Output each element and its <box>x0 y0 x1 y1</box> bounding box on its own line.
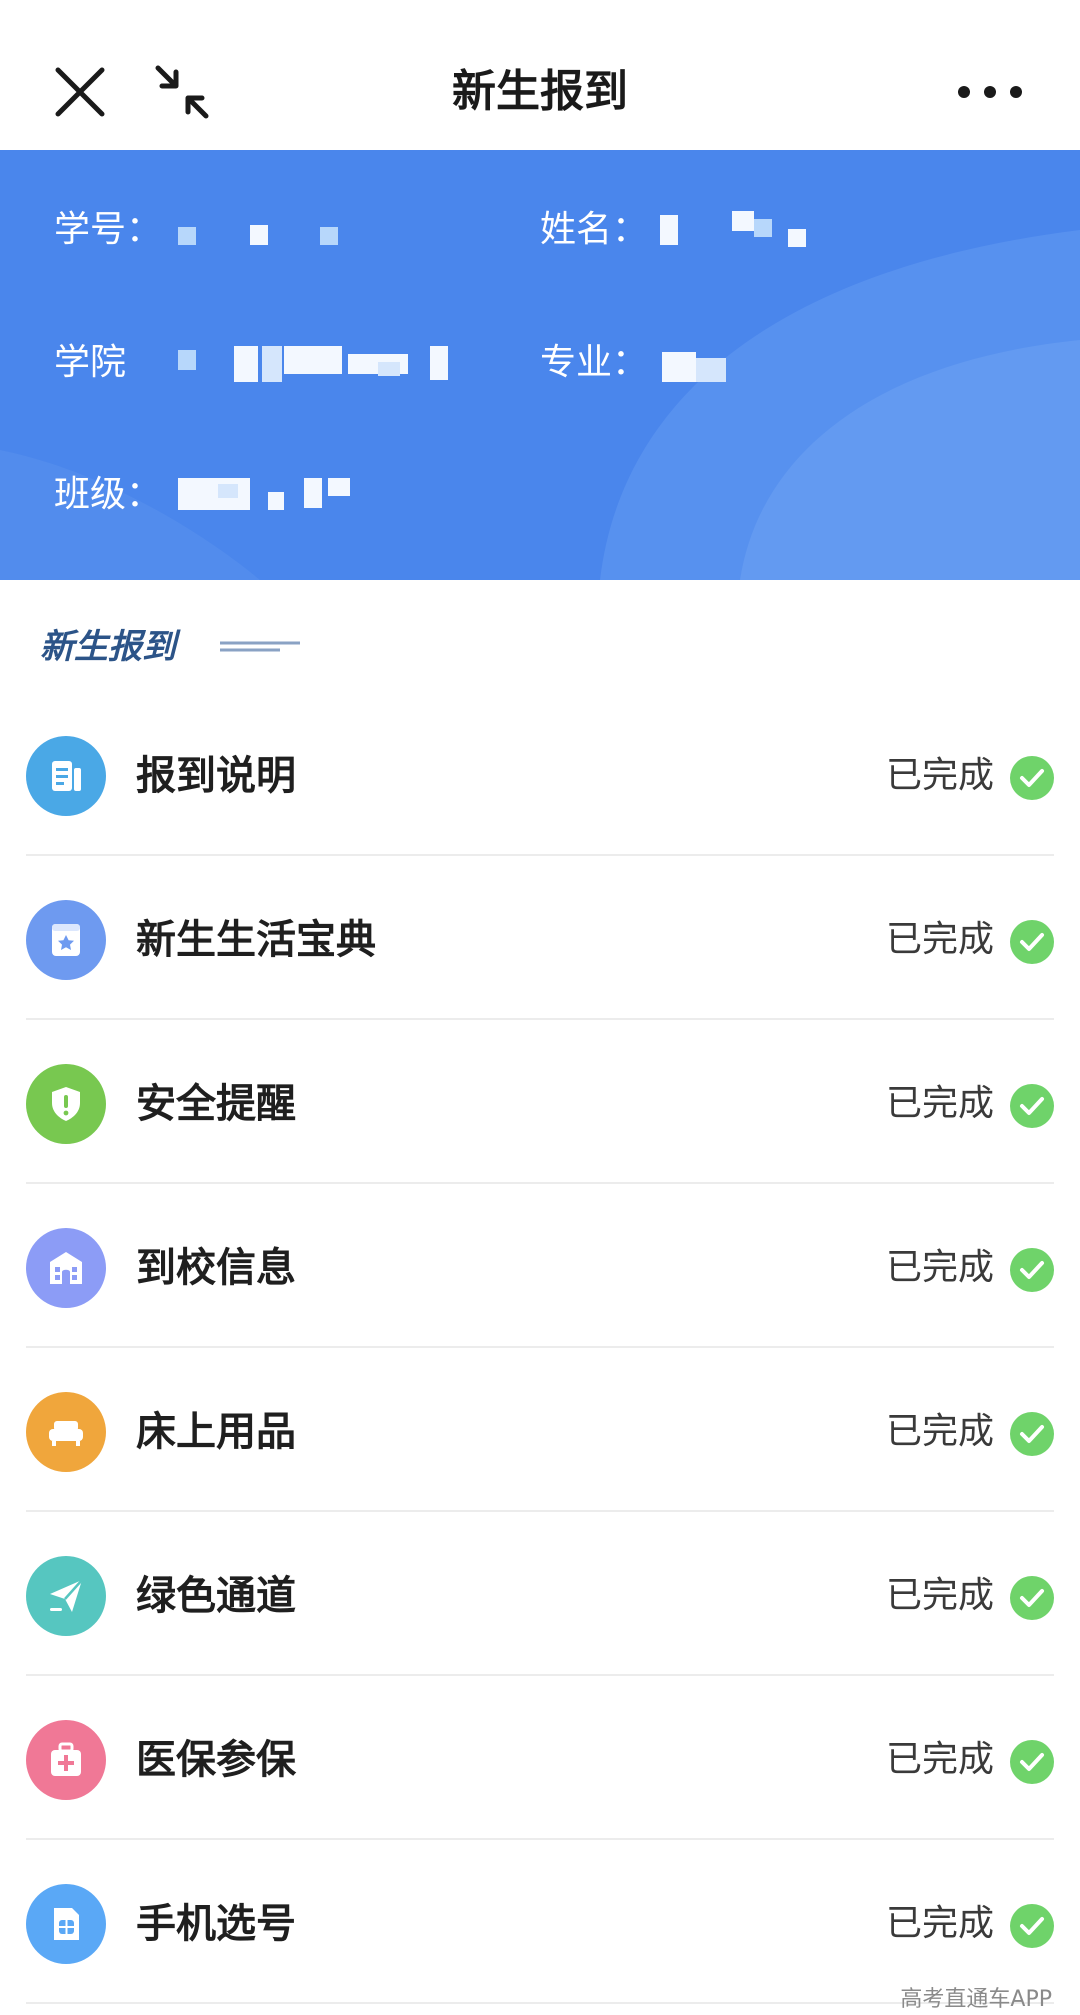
list-item-label: 报到说明 <box>136 753 296 799</box>
class-label: 班级： <box>54 474 163 515</box>
guidebook-icon <box>26 900 106 980</box>
name-value-redacted <box>660 205 810 255</box>
paper-plane-icon <box>26 1556 106 1636</box>
check-icon <box>1010 920 1054 964</box>
top-navigation-bar: 新生报到 <box>0 0 1080 150</box>
status-text: 已完成 <box>885 919 994 960</box>
list-item-label: 床上用品 <box>136 1409 296 1455</box>
name-label: 姓名： <box>540 209 649 250</box>
medical-kit-icon <box>26 1720 106 1800</box>
class-value-redacted <box>178 470 368 520</box>
college-label: 学院 <box>54 342 127 383</box>
check-icon <box>1010 1740 1054 1784</box>
list-item-label: 安全提醒 <box>136 1081 296 1127</box>
list-item-safety-reminder[interactable]: 安全提醒 已完成 <box>0 1020 1080 1184</box>
page-title: 新生报到 <box>452 66 628 117</box>
check-icon <box>1010 1412 1054 1456</box>
list-item-freshman-life-guide[interactable]: 新生生活宝典 已完成 <box>0 856 1080 1020</box>
major-label: 专业： <box>540 342 649 383</box>
list-item-label: 手机选号 <box>136 1901 296 1947</box>
check-icon <box>1010 1576 1054 1620</box>
list-item-green-channel[interactable]: 绿色通道 已完成 <box>0 1512 1080 1676</box>
student-info-card: 学号： 姓名： 学院 专业： 班级： <box>0 150 1080 580</box>
bed-icon <box>26 1392 106 1472</box>
list-item-label: 到校信息 <box>136 1245 296 1291</box>
list-item-registration-instructions[interactable]: 报到说明 已完成 <box>0 692 1080 856</box>
status-text: 已完成 <box>885 1903 994 1944</box>
list-item-bedding[interactable]: 床上用品 已完成 <box>0 1348 1080 1512</box>
watermark: 高考直通车APP <box>900 1987 1052 2012</box>
status-text: 已完成 <box>885 1247 994 1288</box>
college-value-redacted <box>178 338 468 388</box>
check-icon <box>1010 1904 1054 1948</box>
school-building-icon <box>26 1228 106 1308</box>
list-item-label: 医保参保 <box>136 1737 296 1783</box>
status-text: 已完成 <box>885 1739 994 1780</box>
check-icon <box>1010 1084 1054 1128</box>
list-item-label: 新生生活宝典 <box>136 917 376 963</box>
list-item-label: 绿色通道 <box>136 1573 296 1619</box>
sim-card-icon <box>26 1884 106 1964</box>
list-item-phone-number-selection[interactable]: 手机选号 已完成 <box>0 1840 1080 2004</box>
check-icon <box>1010 756 1054 800</box>
document-icon <box>26 736 106 816</box>
status-text: 已完成 <box>885 1083 994 1124</box>
status-text: 已完成 <box>885 1575 994 1616</box>
status-text: 已完成 <box>885 1411 994 1452</box>
section-title-decoration <box>220 641 300 652</box>
section-title: 新生报到 <box>40 627 176 667</box>
shield-icon <box>26 1064 106 1144</box>
list-item-arrival-info[interactable]: 到校信息 已完成 <box>0 1184 1080 1348</box>
major-value-redacted <box>662 338 742 388</box>
more-icon[interactable] <box>950 62 1030 122</box>
student-id-value-redacted <box>178 205 358 255</box>
list-item-medical-insurance[interactable]: 医保参保 已完成 <box>0 1676 1080 1840</box>
check-icon <box>1010 1248 1054 1292</box>
student-id-label: 学号： <box>54 209 163 250</box>
status-text: 已完成 <box>885 755 994 796</box>
section-heading: 新生报到 <box>40 622 300 672</box>
